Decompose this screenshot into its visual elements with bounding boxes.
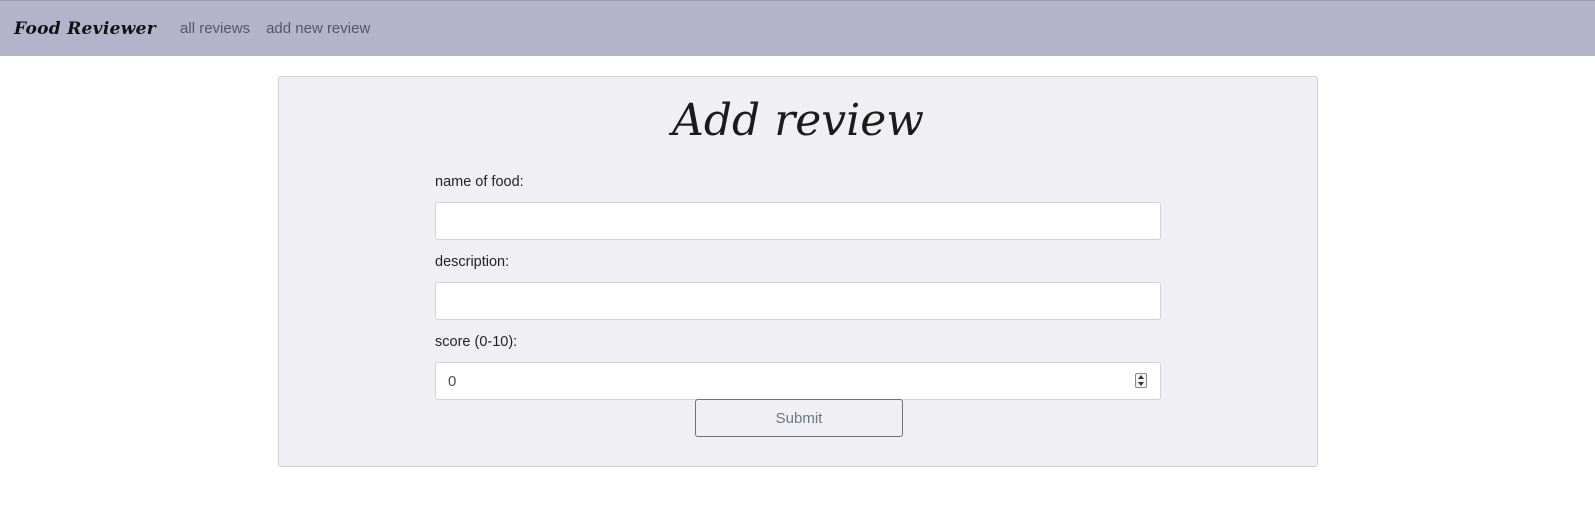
spinner-arrows-icon[interactable] [1135, 373, 1147, 388]
description-input[interactable] [435, 282, 1161, 320]
nav-link-all-reviews[interactable]: all reviews [180, 20, 250, 37]
review-form: name of food: description: score (0-10): [435, 172, 1161, 400]
description-label: description: [435, 254, 510, 270]
score-field [435, 362, 1161, 400]
name-of-food-input[interactable] [435, 202, 1161, 240]
spinner-down-icon[interactable] [1138, 382, 1144, 386]
add-review-card: Add review name of food: description: sc… [278, 76, 1318, 467]
submit-button[interactable]: Submit [695, 399, 903, 437]
page-title: Add review [672, 95, 924, 146]
brand-logo[interactable]: Food Reviewer [14, 19, 156, 39]
score-label: score (0-10): [435, 334, 518, 350]
score-input[interactable] [435, 362, 1161, 400]
name-of-food-label: name of food: [435, 174, 524, 190]
navbar: Food Reviewer all reviews add new review [0, 0, 1595, 56]
spinner-up-icon[interactable] [1138, 375, 1144, 379]
nav-link-add-new-review[interactable]: add new review [266, 20, 370, 37]
